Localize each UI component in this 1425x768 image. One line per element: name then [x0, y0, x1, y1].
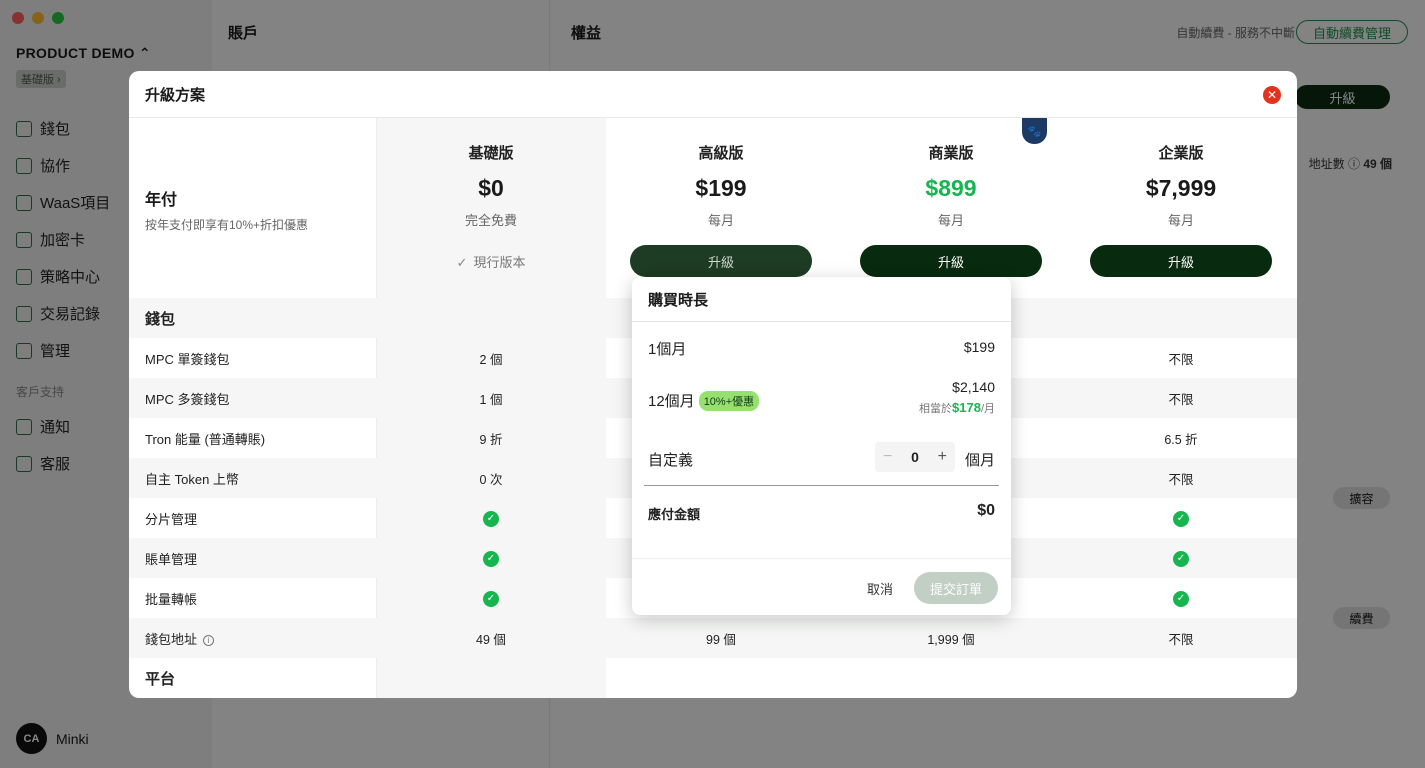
plan-business: 商業版 $899 每月 升級 [836, 142, 1066, 277]
plan-premium: 高級版 $199 每月 升級 [606, 142, 836, 277]
plan-header-row: 年付 按年支付即享有10%+折扣優惠 基礎版 $0 完全免費 ✓ 現行版本 高級版… [129, 118, 1297, 298]
upgrade-enterprise-button[interactable]: 升級 [1090, 245, 1272, 277]
check-icon: ✓ [456, 255, 468, 270]
quantity-stepper[interactable]: − 0 + [875, 442, 955, 472]
amount-due: 應付金額 $0 [648, 502, 995, 522]
check-circle-icon: ✓ [483, 510, 499, 527]
upgrade-business-button[interactable]: 升級 [860, 245, 1042, 277]
check-circle-icon: ✓ [1173, 590, 1189, 607]
duration-option-12-months[interactable]: 12個月 10%+優惠 $2,140 相當於$178/月 [648, 379, 995, 415]
popover-title: 購買時長 [632, 277, 1011, 322]
minus-icon[interactable]: − [883, 448, 892, 466]
stepper-value[interactable]: 0 [911, 449, 919, 465]
info-icon[interactable]: i [203, 634, 215, 646]
table-row: 錢包地址 i 49 個 99 個 1,999 個 不限 [129, 618, 1297, 658]
divider [644, 485, 999, 486]
plan-enterprise: 企業版 $7,999 每月 升級 [1066, 142, 1296, 277]
popover-footer: 取消 提交訂單 [632, 558, 1011, 615]
discount-badge: 10%+優惠 [698, 391, 760, 411]
check-circle-icon: ✓ [1173, 550, 1189, 567]
upgrade-premium-button[interactable]: 升級 [630, 245, 812, 277]
plus-icon[interactable]: + [938, 448, 947, 466]
check-circle-icon: ✓ [483, 590, 499, 607]
submit-order-button[interactable]: 提交訂單 [914, 572, 998, 604]
cancel-button[interactable]: 取消 [867, 579, 893, 598]
duration-option-1-month[interactable]: 1個月 $199 [648, 338, 995, 359]
plan-basic: 基礎版 $0 完全免費 ✓ 現行版本 [376, 142, 606, 271]
annual-billing-info: 年付 按年支付即享有10%+折扣優惠 [145, 192, 309, 232]
check-circle-icon: ✓ [483, 550, 499, 567]
duration-option-custom: 自定義 − 0 + 個月 [648, 442, 995, 472]
monthly-equivalent: 相當於$178/月 [919, 400, 995, 415]
check-circle-icon: ✓ [1173, 510, 1189, 527]
purchase-duration-popover: 購買時長 1個月 $199 12個月 10%+優惠 $2,140 相當於$178/… [632, 277, 1011, 615]
section-platform: 平台 [145, 670, 176, 688]
close-icon: ✕ [1266, 88, 1278, 102]
current-plan-label: ✓ 現行版本 [456, 255, 526, 270]
modal-close-button[interactable]: ✕ [1263, 86, 1281, 104]
modal-title: 升級方案 [129, 71, 1297, 118]
